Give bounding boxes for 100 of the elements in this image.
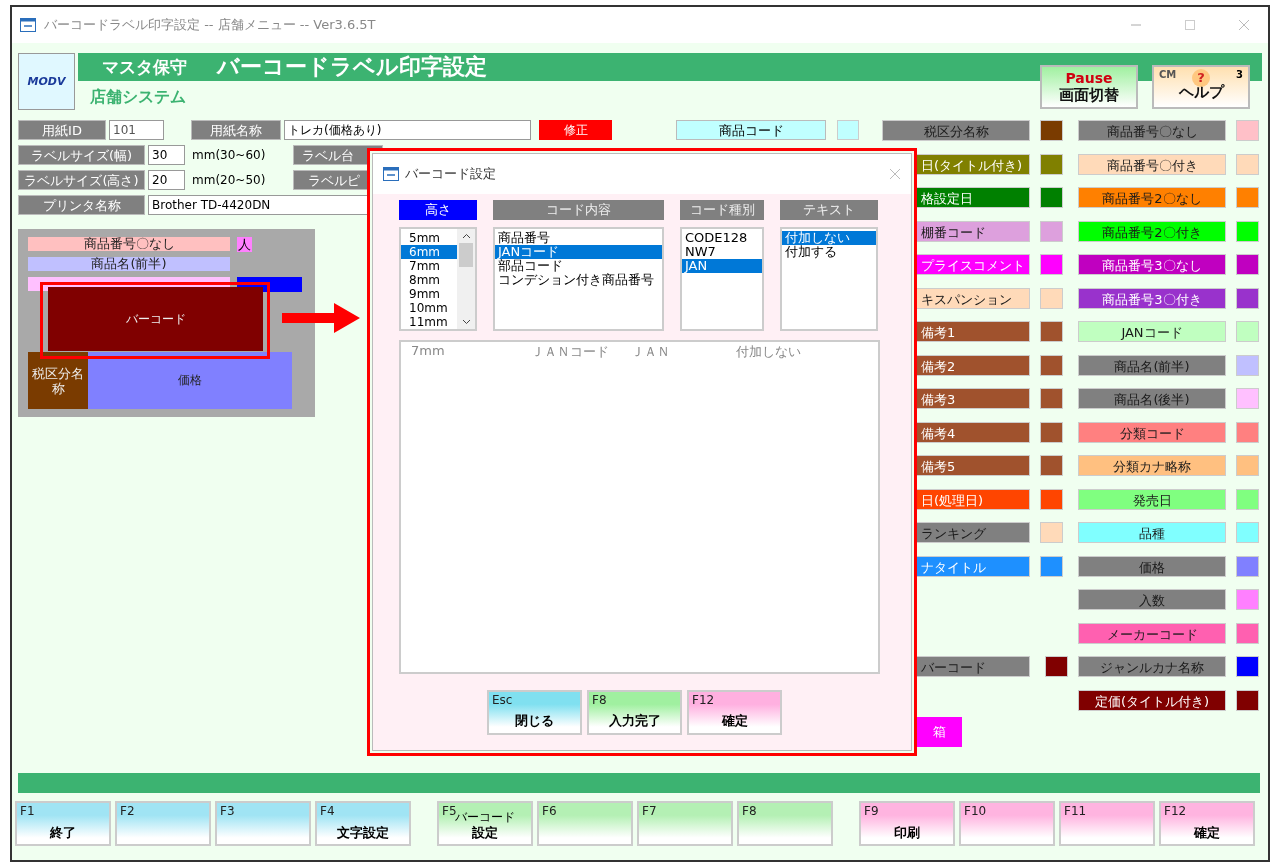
list-item[interactable]: 7mm (401, 259, 457, 273)
dialog-button[interactable]: F8 入力完了 (587, 690, 682, 735)
list-item[interactable]: 付加する (782, 245, 876, 259)
function-key[interactable]: F7 (637, 801, 733, 846)
color-swatch[interactable] (1045, 656, 1068, 677)
paper-id-field[interactable]: 101 (109, 120, 164, 140)
function-key[interactable]: F10 (959, 801, 1055, 846)
field-tag[interactable]: 税区分名称 (882, 120, 1030, 141)
field-tag[interactable]: メーカーコード (1078, 622, 1226, 644)
color-swatch[interactable] (837, 120, 859, 140)
tax-block[interactable]: 税区分名称 (28, 352, 88, 409)
function-key[interactable]: F8 (737, 801, 833, 846)
close-icon[interactable] (889, 168, 901, 180)
preview-field[interactable]: 商品番号〇なし (28, 237, 230, 251)
color-swatch[interactable] (1040, 388, 1063, 409)
label-width-field[interactable]: 30 (148, 145, 185, 165)
list-item[interactable]: JANコード (495, 245, 662, 259)
color-swatch[interactable] (1236, 388, 1259, 409)
color-swatch[interactable] (1236, 656, 1259, 677)
scroll-down-icon[interactable] (461, 319, 471, 325)
color-swatch[interactable] (1040, 287, 1063, 309)
close-icon[interactable] (1238, 19, 1250, 31)
column-header[interactable]: コード種別 (680, 200, 764, 220)
field-tag[interactable]: 商品名(前半) (1078, 354, 1226, 376)
list-item[interactable]: 10mm (401, 301, 457, 315)
color-swatch[interactable] (1040, 488, 1063, 510)
color-swatch[interactable] (1040, 220, 1063, 242)
color-swatch[interactable] (1236, 354, 1259, 376)
color-swatch[interactable] (1040, 153, 1063, 175)
function-key[interactable]: F12 確定 (1159, 801, 1255, 846)
function-key[interactable]: F11 (1059, 801, 1155, 846)
list-item[interactable]: 部品コード (495, 259, 662, 273)
color-swatch[interactable] (1236, 522, 1259, 543)
list-item[interactable]: 11mm (401, 315, 457, 329)
color-swatch[interactable] (1236, 622, 1259, 644)
color-swatch[interactable] (1040, 187, 1063, 208)
field-tag[interactable]: JANコード (1078, 321, 1226, 342)
color-swatch[interactable] (1040, 522, 1063, 543)
color-swatch[interactable] (1236, 421, 1259, 443)
preview-tag[interactable]: 人 (237, 237, 252, 252)
color-swatch[interactable] (1236, 187, 1259, 208)
field-tag[interactable]: 価格 (1078, 555, 1226, 577)
list-item[interactable]: JAN (682, 259, 762, 273)
field-tag[interactable]: 商品番号3〇付き (1078, 287, 1226, 309)
list-item[interactable]: コンデション付き商品番号 (495, 273, 662, 287)
list-item[interactable]: 5mm (401, 231, 457, 245)
scrollbar[interactable] (457, 229, 475, 329)
color-swatch[interactable] (1236, 321, 1259, 342)
paper-name-field[interactable]: トレカ(価格あり) (284, 120, 531, 140)
function-key[interactable]: F4 文字設定 (315, 801, 411, 846)
list-item[interactable]: NW7 (682, 245, 762, 259)
field-tag[interactable]: 発売日 (1078, 488, 1226, 510)
field-tag[interactable]: 分類カナ略称 (1078, 455, 1226, 476)
field-tag[interactable]: 定価(タイトル付き) (1078, 689, 1226, 711)
field-tag[interactable]: 商品名(後半) (1078, 388, 1226, 409)
dialog-button[interactable]: F12 確定 (687, 690, 782, 735)
field-tag[interactable]: 商品番号〇付き (1078, 153, 1226, 175)
function-key[interactable]: F5バーコード 設定 (437, 801, 533, 846)
color-swatch[interactable] (1040, 120, 1063, 141)
scroll-thumb[interactable] (459, 243, 473, 267)
preview-field[interactable]: 商品名(前半) (28, 257, 230, 271)
function-key[interactable]: F2 (115, 801, 211, 846)
list-item[interactable]: 8mm (401, 273, 457, 287)
maximize-icon[interactable] (1184, 19, 1196, 31)
list-item[interactable]: 6mm (401, 245, 457, 259)
function-key[interactable]: F6 (537, 801, 633, 846)
field-tag[interactable]: 入数 (1078, 589, 1226, 610)
field-tag[interactable]: 商品番号3〇なし (1078, 254, 1226, 275)
function-key[interactable]: F9 印刷 (859, 801, 955, 846)
color-swatch[interactable] (1040, 321, 1063, 342)
field-tag[interactable]: ジャンルカナ名称 (1078, 656, 1226, 677)
field-tag[interactable]: 分類コード (1078, 421, 1226, 443)
price-block[interactable]: 価格 (88, 352, 292, 409)
edit-button[interactable]: 修正 (539, 120, 612, 140)
list-item[interactable]: 9mm (401, 287, 457, 301)
label-height-field[interactable]: 20 (148, 170, 185, 190)
screen-switch-button[interactable]: Pause 画面切替 (1040, 65, 1138, 109)
column-header[interactable]: コード内容 (493, 200, 664, 220)
list-item[interactable]: CODE128 (682, 231, 762, 245)
color-swatch[interactable] (1236, 254, 1259, 275)
color-swatch[interactable] (1236, 488, 1259, 510)
field-tag[interactable]: 商品番号2〇なし (1078, 187, 1226, 208)
scroll-up-icon[interactable] (461, 233, 471, 239)
color-swatch[interactable] (1236, 689, 1259, 711)
help-button[interactable]: CM 3 ? ヘルプ (1152, 65, 1250, 109)
list-item[interactable]: 商品番号 (495, 231, 662, 245)
color-swatch[interactable] (1236, 589, 1259, 610)
color-swatch[interactable] (1236, 455, 1259, 476)
field-tag[interactable]: 商品番号2〇付き (1078, 220, 1226, 242)
color-swatch[interactable] (1236, 555, 1259, 577)
column-header[interactable]: 高さ (399, 200, 477, 220)
color-swatch[interactable] (1040, 354, 1063, 376)
color-swatch[interactable] (1040, 254, 1063, 275)
dialog-button[interactable]: Esc 閉じる (487, 690, 582, 735)
function-key[interactable]: F3 (215, 801, 311, 846)
color-swatch[interactable] (1040, 421, 1063, 443)
color-swatch[interactable] (1236, 120, 1259, 141)
color-swatch[interactable] (1236, 153, 1259, 175)
column-header[interactable]: テキスト (780, 200, 878, 220)
function-key[interactable]: F1 終了 (15, 801, 111, 846)
